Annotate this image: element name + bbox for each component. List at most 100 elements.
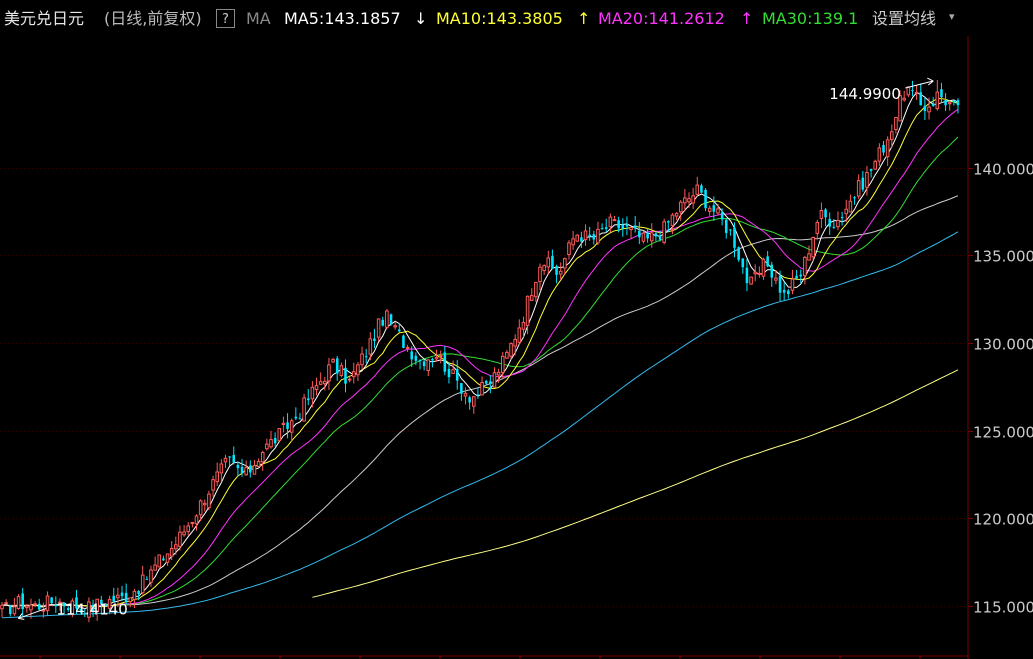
candle-up <box>844 208 849 215</box>
candle-up <box>434 357 439 360</box>
candle-down <box>344 367 347 384</box>
candle-up <box>314 385 319 390</box>
candle-down <box>625 224 629 227</box>
candle-down <box>228 456 231 458</box>
candle-down <box>840 216 844 218</box>
candle-up <box>302 397 306 422</box>
candle-down <box>50 597 53 604</box>
candle-up <box>811 236 815 258</box>
candle-up <box>935 91 940 110</box>
candle-up <box>848 200 853 213</box>
candle-up <box>877 147 882 162</box>
candle-up <box>749 276 753 285</box>
candle-down <box>704 189 707 209</box>
candle-down <box>861 177 865 190</box>
candle-up <box>873 160 878 170</box>
ma30-line <box>1 136 959 607</box>
y-tick-label: 115.000 <box>973 599 1033 617</box>
candle-up <box>583 230 588 241</box>
candle-down <box>633 225 637 229</box>
candle-up <box>45 595 50 611</box>
candle-up <box>223 457 228 463</box>
candle-down <box>600 228 604 230</box>
candle-down <box>799 274 803 277</box>
candle-up <box>678 201 683 213</box>
candle-down <box>273 438 277 444</box>
candle-up <box>716 208 720 214</box>
candle-down <box>447 368 451 378</box>
candle-up <box>438 355 443 358</box>
candle-down <box>700 185 703 193</box>
candle-up <box>856 180 861 197</box>
candle-down <box>741 258 745 268</box>
candle-down <box>137 590 140 595</box>
candle-up <box>16 596 21 610</box>
candle-up <box>219 463 224 474</box>
candle-down <box>729 229 732 231</box>
candle-down <box>911 90 914 92</box>
candle-down <box>940 89 943 98</box>
candle-down <box>468 397 471 403</box>
candle-down <box>162 558 165 561</box>
candle-up <box>500 355 505 373</box>
candle-down <box>617 220 620 229</box>
candle-down <box>853 197 856 199</box>
candle-down <box>431 359 434 361</box>
candle-down <box>120 592 124 597</box>
candle-up <box>815 222 820 234</box>
candle-down <box>766 256 769 267</box>
high-label: 144.9900 <box>829 85 901 103</box>
candle-down <box>489 381 492 384</box>
candle-up <box>608 216 613 228</box>
candle-up <box>670 214 675 226</box>
candle-up <box>393 325 397 328</box>
candle-up <box>198 500 203 516</box>
candle-up <box>215 471 219 483</box>
candle-up <box>683 197 687 204</box>
candle-up <box>947 102 952 105</box>
candle-up <box>25 605 29 609</box>
candle-up <box>521 321 526 330</box>
candle-up <box>790 278 795 291</box>
candle-up <box>405 346 410 349</box>
candle-up <box>116 594 120 599</box>
candle-down <box>21 593 24 609</box>
candle-down <box>931 103 935 106</box>
candle-down <box>778 275 782 293</box>
candle-up <box>865 172 869 188</box>
candle-down <box>724 219 728 233</box>
candle-up <box>194 515 199 525</box>
candle-up <box>128 597 133 603</box>
candle-up <box>178 531 182 547</box>
candle-up <box>203 502 207 506</box>
candle-down <box>8 605 12 615</box>
candle-up <box>480 382 484 396</box>
candle-down <box>923 105 927 112</box>
candle-down <box>240 466 244 474</box>
ma10-line <box>1 97 959 608</box>
ma120-line <box>1 231 959 619</box>
y-tick-label: 120.000 <box>973 511 1033 529</box>
candle-up <box>662 221 666 243</box>
candle-up <box>252 465 257 475</box>
candle-down <box>294 416 298 419</box>
candle-up <box>687 198 691 203</box>
candle-up <box>260 451 265 463</box>
candle-up <box>347 378 352 381</box>
candle-down <box>720 212 724 220</box>
candle-up <box>612 219 617 222</box>
candle-up <box>596 228 600 244</box>
y-tick-label: 125.000 <box>973 424 1033 442</box>
candle-up <box>463 392 468 397</box>
candle-up <box>149 569 153 583</box>
candle-up <box>649 232 654 242</box>
candle-up <box>563 258 567 269</box>
candle-down <box>712 205 716 212</box>
candle-up <box>496 371 501 376</box>
candle-up <box>546 257 551 268</box>
candlestick-chart[interactable]: 115.000 120.000 125.000 130.000 135.000 140.0… <box>0 0 1033 659</box>
candle-up <box>33 603 37 606</box>
candle-down <box>286 422 289 429</box>
candle-up <box>153 564 157 571</box>
candle-up <box>761 258 766 277</box>
